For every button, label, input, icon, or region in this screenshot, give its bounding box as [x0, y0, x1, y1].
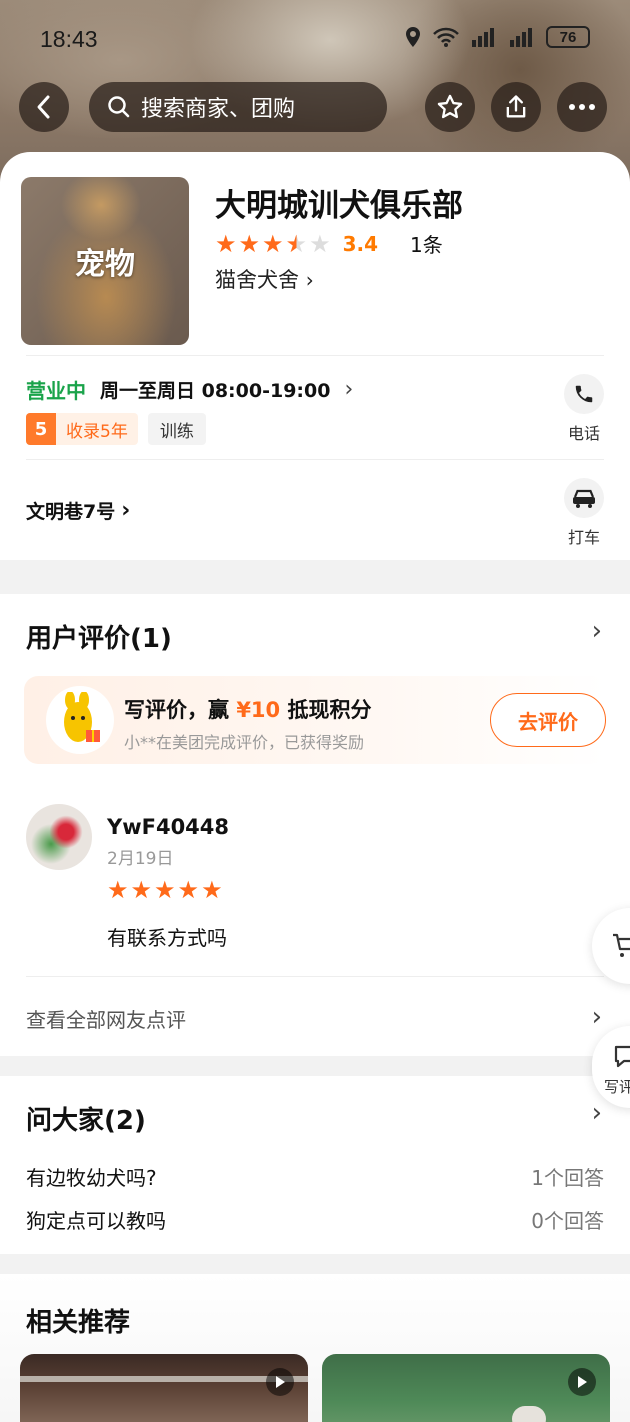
phone-label: 电话 — [567, 424, 600, 443]
open-status: 营业中 — [26, 379, 86, 403]
recommend-card[interactable] — [20, 1354, 308, 1422]
answer-count: 1个回答 — [531, 1166, 604, 1190]
thumbnail-label: 宠物 — [75, 247, 135, 282]
years-tag-number: 5 — [26, 413, 56, 445]
shop-rating[interactable]: ★ ★ ★ ★ ★ 3.4 1条 — [215, 229, 443, 258]
shop-thumbnail[interactable]: 宠物 — [21, 177, 189, 345]
recommend-title: 相关推荐 — [26, 1308, 131, 1338]
divider — [26, 459, 604, 460]
question-text: 有边牧幼犬吗? — [26, 1166, 157, 1190]
battery-indicator: 76 — [546, 26, 590, 48]
rating-score: 3.4 — [342, 231, 379, 256]
review-username[interactable]: YwF40448 — [107, 815, 229, 839]
business-hours[interactable]: 营业中 周一至周日 08:00-19:00 › — [26, 375, 353, 404]
chevron-right-icon[interactable]: › — [592, 616, 602, 646]
signal-icon — [472, 28, 494, 47]
chevron-right-icon[interactable]: › — [592, 1002, 602, 1032]
promo-suffix: 抵现积分 — [287, 698, 372, 722]
phone-icon — [564, 374, 604, 414]
card-image-detail — [20, 1376, 308, 1382]
review-count: 1条 — [410, 233, 443, 257]
more-button[interactable] — [557, 82, 607, 132]
review-comment[interactable]: 有联系方式吗 — [107, 922, 227, 951]
taxi-label: 打车 — [567, 528, 600, 547]
car-icon — [564, 478, 604, 518]
chevron-right-icon: › — [305, 268, 314, 292]
avatar[interactable] — [26, 804, 92, 870]
star-icon: ★ — [201, 876, 223, 904]
status-time: 18:43 — [40, 26, 98, 52]
card-image-detail — [512, 1406, 546, 1422]
shop-tags: 5 收录5年 训练 — [26, 413, 206, 445]
star-icon: ★ — [107, 876, 129, 904]
wifi-icon — [433, 27, 459, 47]
star-icon: ★ — [130, 876, 153, 904]
reviews-title[interactable]: 用户评价(1) — [26, 618, 172, 655]
write-review-button[interactable]: 去评价 — [490, 693, 606, 747]
years-tag-label: 收录5年 — [66, 421, 128, 442]
share-button[interactable] — [491, 82, 541, 132]
search-input[interactable]: 搜索商家、团购 — [89, 82, 387, 132]
question-row[interactable]: 有边牧幼犬吗? 1个回答 — [26, 1162, 604, 1191]
chevron-right-icon: › — [121, 498, 131, 523]
status-bar: 18:43 76 — [0, 0, 630, 78]
search-icon — [108, 96, 130, 118]
star-icon: ★ — [177, 876, 200, 904]
divider — [26, 355, 604, 356]
back-button[interactable] — [19, 82, 69, 132]
taxi-button[interactable]: 打车 — [564, 478, 604, 548]
phone-button[interactable]: 电话 — [564, 374, 604, 444]
questions-title[interactable]: 问大家(2) — [26, 1100, 146, 1137]
question-text: 狗定点可以教吗 — [26, 1209, 166, 1233]
mascot-icon — [46, 686, 114, 754]
hours-text: 周一至周日 08:00-19:00 — [100, 380, 331, 402]
service-tag: 训练 — [147, 413, 206, 445]
answer-count: 0个回答 — [531, 1209, 604, 1233]
signal-icon-2 — [510, 28, 532, 47]
location-icon — [406, 27, 420, 47]
promo-sub-text: 小**在美团完成评价，已获得奖励 — [124, 733, 365, 752]
star-empty-icon: ★ — [309, 229, 331, 258]
years-tag: 5 收录5年 — [26, 413, 138, 445]
shop-address[interactable]: 文明巷7号 › — [26, 497, 130, 524]
review-promo-banner[interactable]: 写评价，赢 ¥10 抵现积分 小**在美团完成评价，已获得奖励 去评价 — [24, 676, 606, 764]
search-placeholder: 搜索商家、团购 — [141, 97, 296, 122]
star-icon: ★ — [154, 876, 176, 904]
share-icon — [506, 95, 526, 118]
promo-main-text: 写评价，赢 ¥10 抵现积分 — [124, 694, 371, 724]
play-icon — [568, 1368, 596, 1396]
shop-info-card: 宠物 大明城训犬俱乐部 ★ ★ ★ ★ ★ 3.4 1条 猫舍犬舍 › 营业中 … — [0, 152, 630, 560]
star-icon: ★ — [215, 229, 237, 258]
divider — [26, 976, 604, 977]
reviews-section: 用户评价(1) › 写评价，赢 ¥10 抵现积分 小**在美团完成评价，已获得奖… — [0, 594, 630, 1056]
question-row[interactable]: 狗定点可以教吗 0个回答 — [26, 1205, 604, 1234]
chevron-right-icon: › — [344, 377, 354, 402]
star-icon: ★ — [238, 229, 261, 258]
status-icons: 76 — [404, 26, 590, 48]
star-half-icon: ★ — [285, 229, 308, 258]
star-outline-icon — [437, 94, 463, 119]
chevron-right-icon[interactable]: › — [592, 1098, 602, 1128]
play-icon — [266, 1368, 294, 1396]
star-icon: ★ — [262, 229, 284, 258]
category-label: 猫舍犬舍 — [215, 268, 299, 292]
review-stars: ★ ★ ★ ★ ★ — [107, 878, 225, 902]
promo-money: ¥10 — [236, 698, 281, 722]
recommend-card[interactable] — [322, 1354, 610, 1422]
promo-prefix: 写评价，赢 — [124, 698, 229, 722]
more-dots-icon — [569, 104, 595, 110]
shop-category[interactable]: 猫舍犬舍 › — [215, 264, 314, 294]
chevron-left-icon — [37, 95, 50, 119]
shop-name: 大明城训犬俱乐部 — [215, 188, 463, 224]
favorite-button[interactable] — [425, 82, 475, 132]
see-all-reviews-link[interactable]: 查看全部网友点评 — [26, 1004, 186, 1033]
comment-icon — [614, 1045, 630, 1068]
review-date: 2月19日 — [107, 849, 174, 869]
cart-icon — [613, 933, 630, 957]
address-text: 文明巷7号 — [26, 501, 116, 523]
questions-section: 问大家(2) › 有边牧幼犬吗? 1个回答 狗定点可以教吗 0个回答 — [0, 1076, 630, 1254]
write-review-float-label: 写评 — [604, 1078, 630, 1096]
